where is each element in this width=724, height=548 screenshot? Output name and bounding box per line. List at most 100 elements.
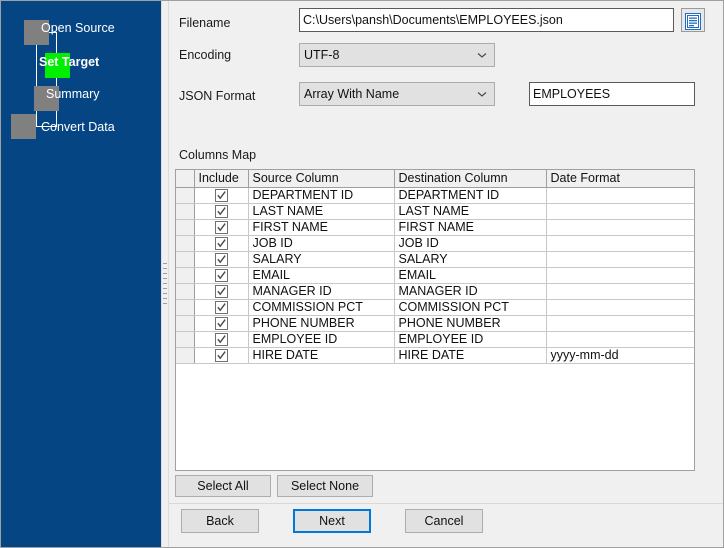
row-header-cell[interactable]: [176, 235, 195, 252]
checkbox-icon[interactable]: [214, 349, 228, 363]
column-header-destination-column[interactable]: Destination Column: [394, 170, 547, 188]
source-column-cell[interactable]: DEPARTMENT ID: [248, 187, 395, 204]
wizard-step-node-convert-data[interactable]: [11, 114, 36, 139]
wizard-step-label-set-target[interactable]: Set Target: [39, 55, 99, 69]
table-row[interactable]: PHONE NUMBER PHONE NUMBER: [176, 315, 694, 332]
table-row[interactable]: SALARY SALARY: [176, 251, 694, 268]
array-name-input[interactable]: EMPLOYEES: [529, 82, 695, 106]
include-checkbox-cell[interactable]: [194, 235, 249, 252]
destination-column-cell[interactable]: PHONE NUMBER: [394, 315, 547, 332]
date-format-cell[interactable]: [546, 251, 694, 268]
row-header-cell[interactable]: [176, 203, 195, 220]
table-row[interactable]: COMMISSION PCT COMMISSION PCT: [176, 299, 694, 316]
select-all-button[interactable]: Select All: [175, 475, 271, 497]
include-checkbox-cell[interactable]: [194, 283, 249, 300]
table-row[interactable]: JOB ID JOB ID: [176, 235, 694, 252]
source-column-cell[interactable]: PHONE NUMBER: [248, 315, 395, 332]
destination-column-cell[interactable]: LAST NAME: [394, 203, 547, 220]
destination-column-cell[interactable]: SALARY: [394, 251, 547, 268]
checkbox-icon[interactable]: [214, 317, 228, 331]
row-header-cell[interactable]: [176, 331, 195, 348]
row-header-cell[interactable]: [176, 251, 195, 268]
source-column-cell[interactable]: COMMISSION PCT: [248, 299, 395, 316]
source-column-cell[interactable]: MANAGER ID: [248, 283, 395, 300]
date-format-cell[interactable]: [546, 187, 694, 204]
source-column-cell[interactable]: HIRE DATE: [248, 347, 395, 364]
destination-column-cell[interactable]: EMAIL: [394, 267, 547, 284]
include-checkbox-cell[interactable]: [194, 219, 249, 236]
row-header-cell[interactable]: [176, 187, 195, 204]
destination-column-cell[interactable]: EMPLOYEE ID: [394, 331, 547, 348]
source-column-cell[interactable]: SALARY: [248, 251, 395, 268]
date-format-cell[interactable]: [546, 299, 694, 316]
source-column-cell[interactable]: FIRST NAME: [248, 219, 395, 236]
browse-file-button[interactable]: [681, 8, 705, 32]
destination-column-cell[interactable]: DEPARTMENT ID: [394, 187, 547, 204]
destination-column-cell[interactable]: COMMISSION PCT: [394, 299, 547, 316]
columns-map-grid[interactable]: Include Source Column Destination Column…: [175, 169, 695, 471]
column-header-rownum[interactable]: [176, 170, 195, 188]
date-format-cell[interactable]: [546, 203, 694, 220]
source-column-cell[interactable]: EMPLOYEE ID: [248, 331, 395, 348]
cancel-button[interactable]: Cancel: [405, 509, 483, 533]
checkbox-icon[interactable]: [214, 205, 228, 219]
date-format-cell[interactable]: [546, 331, 694, 348]
row-header-cell[interactable]: [176, 267, 195, 284]
include-checkbox-cell[interactable]: [194, 331, 249, 348]
row-header-cell[interactable]: [176, 315, 195, 332]
table-row[interactable]: EMPLOYEE ID EMPLOYEE ID: [176, 331, 694, 348]
checkbox-icon[interactable]: [214, 269, 228, 283]
checkbox-icon[interactable]: [214, 253, 228, 267]
include-checkbox-cell[interactable]: [194, 251, 249, 268]
include-checkbox-cell[interactable]: [194, 203, 249, 220]
next-button[interactable]: Next: [293, 509, 371, 533]
column-header-source-column[interactable]: Source Column: [248, 170, 395, 188]
columns-map-table: Include Source Column Destination Column…: [176, 170, 694, 470]
include-checkbox-cell[interactable]: [194, 267, 249, 284]
panel-splitter[interactable]: [161, 1, 169, 547]
destination-column-cell[interactable]: MANAGER ID: [394, 283, 547, 300]
include-checkbox-cell[interactable]: [194, 315, 249, 332]
wizard-step-label-convert-data[interactable]: Convert Data: [41, 120, 115, 134]
filename-input[interactable]: C:\Users\pansh\Documents\EMPLOYEES.json: [299, 8, 674, 32]
date-format-cell[interactable]: [546, 267, 694, 284]
column-header-include[interactable]: Include: [194, 170, 249, 188]
date-format-cell[interactable]: yyyy-mm-dd: [546, 347, 694, 364]
column-header-date-format[interactable]: Date Format: [546, 170, 694, 188]
table-row[interactable]: FIRST NAME FIRST NAME: [176, 219, 694, 236]
source-column-cell[interactable]: LAST NAME: [248, 203, 395, 220]
encoding-select[interactable]: UTF-8: [299, 43, 495, 67]
wizard-step-label-open-source[interactable]: Open Source: [41, 21, 115, 35]
wizard-step-label-summary[interactable]: Summary: [46, 87, 99, 101]
source-column-cell[interactable]: JOB ID: [248, 235, 395, 252]
checkbox-icon[interactable]: [214, 221, 228, 235]
table-row[interactable]: HIRE DATE HIRE DATE yyyy-mm-dd: [176, 347, 694, 364]
date-format-cell[interactable]: [546, 235, 694, 252]
back-button[interactable]: Back: [181, 509, 259, 533]
row-header-cell[interactable]: [176, 283, 195, 300]
source-column-cell[interactable]: EMAIL: [248, 267, 395, 284]
destination-column-cell[interactable]: JOB ID: [394, 235, 547, 252]
checkbox-icon[interactable]: [214, 301, 228, 315]
destination-column-cell[interactable]: FIRST NAME: [394, 219, 547, 236]
table-row[interactable]: LAST NAME LAST NAME: [176, 203, 694, 220]
row-header-cell[interactable]: [176, 219, 195, 236]
checkbox-icon[interactable]: [214, 237, 228, 251]
table-row[interactable]: MANAGER ID MANAGER ID: [176, 283, 694, 300]
table-row[interactable]: EMAIL EMAIL: [176, 267, 694, 284]
include-checkbox-cell[interactable]: [194, 187, 249, 204]
json-format-select[interactable]: Array With Name: [299, 82, 495, 106]
row-header-cell[interactable]: [176, 299, 195, 316]
row-header-cell[interactable]: [176, 347, 195, 364]
checkbox-icon[interactable]: [214, 285, 228, 299]
table-row[interactable]: DEPARTMENT ID DEPARTMENT ID: [176, 187, 694, 204]
destination-column-cell[interactable]: HIRE DATE: [394, 347, 547, 364]
include-checkbox-cell[interactable]: [194, 347, 249, 364]
date-format-cell[interactable]: [546, 219, 694, 236]
include-checkbox-cell[interactable]: [194, 299, 249, 316]
date-format-cell[interactable]: [546, 315, 694, 332]
checkbox-icon[interactable]: [214, 333, 228, 347]
checkbox-icon[interactable]: [214, 189, 228, 203]
date-format-cell[interactable]: [546, 283, 694, 300]
select-none-button[interactable]: Select None: [277, 475, 373, 497]
